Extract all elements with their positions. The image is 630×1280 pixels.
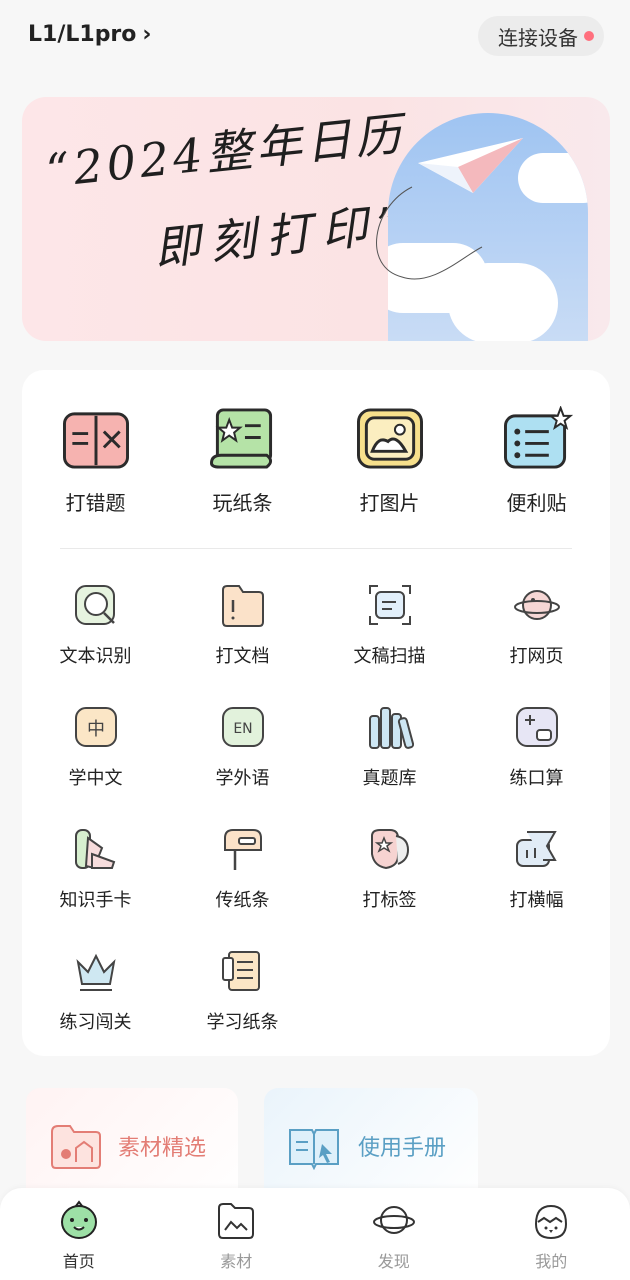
tool-knowledge-cards[interactable]: 知识手卡 (22, 826, 169, 948)
wrong-question-icon (62, 412, 129, 469)
tool-label: 传纸条 (215, 890, 270, 911)
device-title: L1/L1pro (28, 22, 137, 47)
books-icon (368, 707, 414, 749)
tools-grid: 文本识别 打文档 文稿扫描 打网页 中 学中文 EN 学外语 真题库 练口算 知… (22, 582, 610, 1070)
tool-label: 知识手卡 (59, 890, 132, 911)
home-bird-icon (60, 1200, 97, 1239)
material-folder-icon (218, 1203, 255, 1239)
tool-paper-scroll[interactable]: 玩纸条 (169, 406, 316, 516)
section-divider (60, 548, 572, 549)
banner-icon (515, 831, 557, 867)
study-note-icon (221, 951, 260, 991)
tool-label: 便利贴 (506, 491, 567, 515)
tab-label: 素材 (220, 1252, 253, 1271)
picture-icon (356, 408, 423, 469)
scan-icon (368, 585, 411, 625)
tool-text-recognition[interactable]: 文本识别 (22, 582, 169, 704)
tool-label: 打图片 (359, 491, 420, 515)
tools-card: 打错题 玩纸条 打图片 便利贴 文本识别 打文档 文稿扫描 打网页 中 学中文 … (22, 370, 610, 1056)
tool-study-note[interactable]: 学习纸条 (169, 948, 316, 1070)
tab-label: 首页 (62, 1252, 95, 1271)
tool-label: 打横幅 (509, 890, 564, 911)
tool-mental-math[interactable]: 练口算 (463, 704, 610, 826)
tab-profile[interactable]: 我的 (473, 1188, 630, 1280)
manual-book-icon (289, 1129, 339, 1170)
tool-sticky-note[interactable]: 便利贴 (463, 406, 610, 516)
tool-print-document[interactable]: 打文档 (169, 582, 316, 704)
tool-pass-note[interactable]: 传纸条 (169, 826, 316, 948)
chinese-character-icon: 中 (74, 707, 117, 747)
english-en-icon: EN (221, 707, 264, 747)
tool-label: 打标签 (362, 890, 417, 911)
tool-label: 打文档 (215, 646, 270, 667)
tool-label: 玩纸条 (212, 491, 273, 515)
tool-label: 文本识别 (59, 646, 132, 667)
banner-text: “2024整年日历 即刻打印” (43, 106, 413, 279)
tool-label: 文稿扫描 (353, 646, 426, 667)
svg-text:中: 中 (87, 719, 105, 740)
flight-path-line (376, 186, 483, 280)
banner-line-1: “2024整年日历 (43, 106, 408, 198)
bottom-tab-bar: 首页 素材 发现 我的 (0, 1188, 630, 1280)
tool-label: 打网页 (509, 646, 564, 667)
material-folder-icon (51, 1125, 101, 1169)
tool-label: 学中文 (68, 768, 123, 789)
user-manual-label: 使用手册 (358, 1136, 447, 1161)
tool-label: 真题库 (362, 768, 417, 789)
tab-discover[interactable]: 发现 (315, 1188, 473, 1280)
tool-exam-bank[interactable]: 真题库 (316, 704, 463, 826)
tab-label: 我的 (535, 1252, 568, 1271)
crown-icon (75, 953, 116, 991)
tool-label: 打错题 (65, 491, 126, 515)
tab-home[interactable]: 首页 (0, 1188, 158, 1280)
tool-document-scan[interactable]: 文稿扫描 (316, 582, 463, 704)
tool-label: 学习纸条 (206, 1012, 279, 1033)
tool-print-label[interactable]: 打标签 (316, 826, 463, 948)
material-picks-label: 素材精选 (118, 1136, 207, 1161)
top-header: L1/L1pro › 连接设备 (0, 0, 630, 80)
tab-materials[interactable]: 素材 (158, 1188, 316, 1280)
notification-dot (584, 31, 594, 41)
tool-label: 练习闯关 (59, 1012, 132, 1033)
tool-learn-foreign-language[interactable]: EN 学外语 (169, 704, 316, 826)
main-tools-row: 打错题 玩纸条 打图片 便利贴 (22, 406, 610, 516)
tool-wrong-questions[interactable]: 打错题 (22, 406, 169, 516)
connect-device-label: 连接设备 (498, 25, 578, 50)
promo-banner[interactable]: “2024整年日历 即刻打印” (22, 97, 610, 341)
discover-planet-icon (372, 1206, 415, 1234)
web-planet-icon (513, 590, 560, 620)
document-folder-icon (221, 585, 264, 627)
text-recognition-icon (74, 585, 115, 625)
mailbox-icon (223, 829, 262, 870)
chevron-right-icon: › (142, 22, 152, 47)
profile-chick-icon (535, 1204, 568, 1240)
tool-print-banner[interactable]: 打横幅 (463, 826, 610, 948)
tool-print-picture[interactable]: 打图片 (316, 406, 463, 516)
tool-label: 学外语 (215, 768, 270, 789)
tool-learn-chinese[interactable]: 中 学中文 (22, 704, 169, 826)
paper-scroll-icon (209, 408, 272, 469)
tab-label: 发现 (377, 1252, 410, 1271)
label-tag-icon (370, 829, 409, 870)
calculator-icon (515, 707, 558, 747)
sticky-note-icon (503, 406, 573, 469)
tool-practice-levels[interactable]: 练习闯关 (22, 948, 169, 1070)
home-page: L1/L1pro › 连接设备 “2024整年日历 即刻打印” 打错题 玩纸条 … (0, 0, 630, 1280)
connect-device-button[interactable]: 连接设备 (478, 16, 604, 56)
cards-fan-icon (74, 829, 115, 870)
svg-text:EN: EN (233, 721, 252, 737)
device-selector[interactable]: L1/L1pro › (28, 22, 151, 47)
tool-label: 练口算 (509, 768, 564, 789)
tool-print-webpage[interactable]: 打网页 (463, 582, 610, 704)
